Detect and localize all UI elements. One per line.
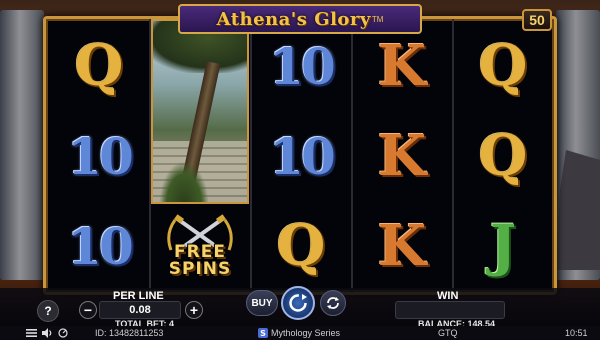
symbol-q: Q (478, 33, 528, 99)
symbol-q: Q (74, 33, 124, 99)
spin-icon (289, 294, 307, 312)
series-logo-icon: S (258, 328, 268, 338)
help-button[interactable]: ? (37, 300, 59, 322)
paylines-badge: 50 (522, 9, 552, 31)
reels-frame: Q 10 10 FREE SPINS 10 10 Q K K K Q Q J (43, 16, 557, 295)
athena-wild-symbol (151, 19, 249, 204)
game-title: Athena's Glory (216, 8, 371, 30)
round-id: ID: 13482811253 (95, 328, 164, 338)
sound-icon[interactable] (42, 328, 53, 338)
trademark: TM (371, 14, 384, 24)
turbo-icon[interactable] (58, 328, 68, 338)
agave-plant (159, 161, 209, 202)
win-value-box (395, 301, 505, 319)
symbol-q: Q (478, 123, 528, 189)
clock-time: 10:51 (565, 328, 588, 338)
symbol-k: K (377, 33, 427, 99)
symbol-k: K (377, 213, 427, 279)
reel-4: K K K (353, 19, 451, 292)
symbol-10: 10 (67, 216, 134, 276)
temple-column-left (0, 10, 44, 280)
bet-per-line-value: 0.08 (99, 301, 181, 319)
symbol-j: J (489, 213, 517, 279)
autoplay-icon (327, 297, 339, 309)
reel-5: Q Q J (454, 19, 552, 292)
status-bar: ID: 13482811253 S Mythology Series GTQ 1… (0, 326, 600, 340)
symbol-10: 10 (269, 36, 336, 96)
spin-button[interactable] (281, 286, 315, 320)
free-spins-label: FREE SPINS (169, 244, 232, 278)
autoplay-button[interactable] (320, 290, 346, 316)
buy-feature-button[interactable]: BUY (246, 290, 278, 316)
symbol-10: 10 (67, 126, 134, 186)
spins-word: SPINS (168, 259, 232, 279)
reel-3: 10 10 Q (252, 19, 350, 292)
free-spins-scatter-symbol: FREE SPINS (151, 204, 249, 292)
symbol-q: Q (276, 213, 326, 279)
currency-code: GTQ (438, 328, 458, 338)
reel-1: Q 10 10 (50, 19, 148, 292)
reel-2: FREE SPINS (151, 19, 249, 292)
increase-bet-button[interactable]: + (185, 301, 203, 319)
menu-icon[interactable] (26, 328, 37, 338)
series-name: Mythology Series (271, 328, 341, 338)
cliff-right (556, 150, 600, 270)
decrease-bet-button[interactable]: − (79, 301, 97, 319)
symbol-k: K (377, 123, 427, 189)
game-title-banner: Athena's Glory TM (178, 4, 422, 34)
svg-text:S: S (260, 329, 266, 338)
symbol-10: 10 (269, 126, 336, 186)
